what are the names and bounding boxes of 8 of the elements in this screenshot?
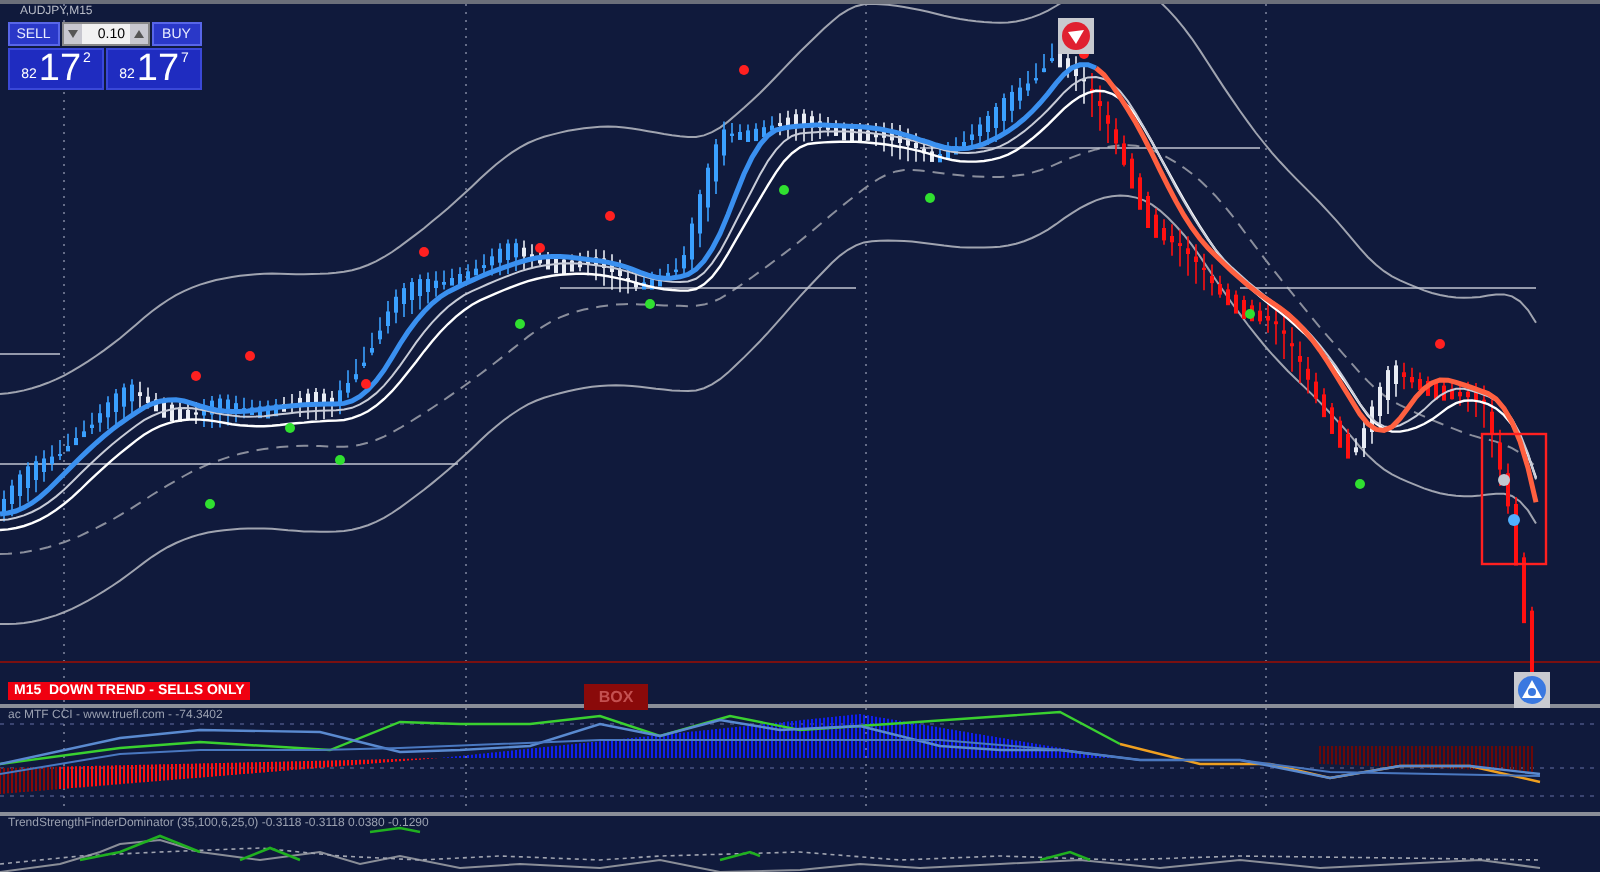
price-pips: 17 [38, 50, 82, 88]
sell-signal-icon [1058, 18, 1094, 54]
signal-marker [1498, 474, 1510, 486]
highlight-frame [1480, 432, 1548, 566]
triangle-logo-icon [1514, 672, 1550, 708]
signal-marker [1508, 514, 1520, 526]
decrease-icon[interactable] [63, 24, 81, 44]
price-pips: 17 [136, 50, 180, 88]
